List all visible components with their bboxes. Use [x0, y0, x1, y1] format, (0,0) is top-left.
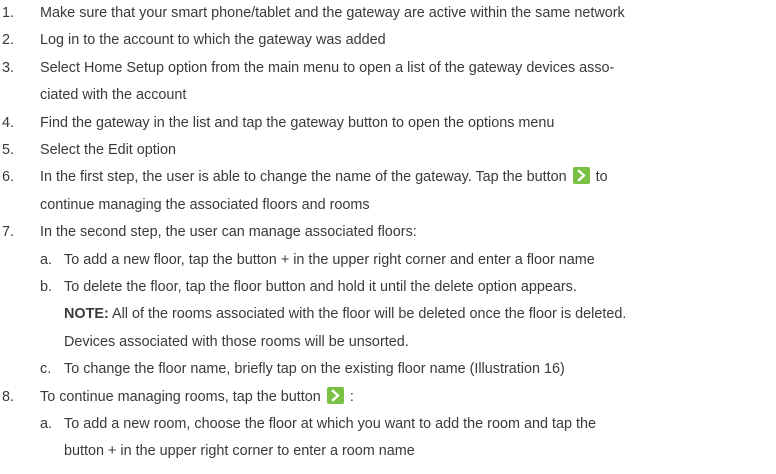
sub-list-item: a. To add a new floor, tap the button + …	[0, 247, 776, 274]
sub-step-text: To change the floor name, briefly tap on…	[64, 361, 565, 378]
step-number: 7.	[2, 224, 15, 241]
step-text-after-icon: :	[349, 388, 354, 405]
sub-step-text-line: NOTE: All of the rooms associated with t…	[64, 301, 773, 328]
list-item: 1. Make sure that your smart phone/table…	[0, 0, 776, 27]
sub-step-text: To add a new room, choose the floor at w…	[64, 411, 773, 466]
step-text-line: In the first step, the user is able to c…	[40, 164, 773, 191]
sub-list-item: a. To add a new room, choose the floor a…	[0, 411, 776, 466]
step-number: 5.	[2, 141, 15, 158]
step-text: In the second step, the user can manage …	[40, 224, 417, 241]
step-text: Log in to the account to which the gatew…	[40, 32, 386, 49]
step-text: In the first step, the user is able to c…	[40, 164, 773, 219]
chevron-right-icon	[572, 167, 590, 185]
step-text-before-icon: In the first step, the user is able to c…	[40, 169, 567, 186]
step-text: Select the Edit option	[40, 141, 177, 158]
note-label: NOTE:	[64, 306, 109, 323]
step-number: 6.	[2, 169, 15, 186]
step-number: 3.	[2, 59, 15, 76]
step-number: 8.	[2, 388, 15, 405]
step-number: 4.	[2, 114, 15, 131]
step-text-line: Select Home Setup option from the main m…	[40, 59, 615, 76]
step-text: To continue managing rooms, tap the butt…	[40, 384, 773, 411]
step-text-line: ciated with the account	[40, 87, 187, 104]
chevron-right-icon	[326, 386, 344, 404]
list-item: 7. In the second step, the user can mana…	[0, 219, 776, 246]
sub-step-letter: b.	[40, 278, 53, 295]
step-number: 2.	[2, 32, 15, 49]
list-item: 6. In the first step, the user is able t…	[0, 164, 776, 219]
sub-step-letter: a.	[40, 251, 53, 268]
step-text: Find the gateway in the list and tap the…	[40, 114, 555, 131]
step-text-line: continue managing the associated floors …	[40, 196, 370, 213]
list-item: 8. To continue managing rooms, tap the b…	[0, 384, 776, 411]
sub-step-text-line: To delete the floor, tap the floor butto…	[64, 278, 577, 295]
step-text-after-icon: to	[595, 169, 608, 186]
list-item: 5. Select the Edit option	[0, 137, 776, 164]
list-item: 4. Find the gateway in the list and tap …	[0, 110, 776, 137]
note-text: All of the rooms associated with the flo…	[112, 306, 627, 323]
step-number: 1.	[2, 5, 15, 21]
sub-step-text-line: button + in the upper right corner to en…	[64, 443, 415, 460]
sub-step-text-line: To add a new room, choose the floor at w…	[64, 415, 596, 432]
step-text: Make sure that your smart phone/tablet a…	[40, 5, 625, 21]
instructions-page: 1. Make sure that your smart phone/table…	[0, 0, 776, 474]
sub-step-text: To add a new floor, tap the button + in …	[64, 251, 595, 268]
sub-step-letter: a.	[40, 415, 53, 432]
sub-step-text-line: Devices associated with those rooms will…	[64, 333, 409, 350]
sub-list-item: b. To delete the floor, tap the floor bu…	[0, 274, 776, 356]
step-text-before-icon: To continue managing rooms, tap the butt…	[40, 388, 321, 405]
step-text: Select Home Setup option from the main m…	[40, 55, 773, 110]
list-item: 2. Log in to the account to which the ga…	[0, 27, 776, 54]
list-item: 3. Select Home Setup option from the mai…	[0, 55, 776, 110]
sub-step-text: To delete the floor, tap the floor butto…	[64, 274, 773, 356]
sub-step-letter: c.	[40, 361, 52, 378]
sub-list-item: c. To change the floor name, briefly tap…	[0, 356, 776, 383]
